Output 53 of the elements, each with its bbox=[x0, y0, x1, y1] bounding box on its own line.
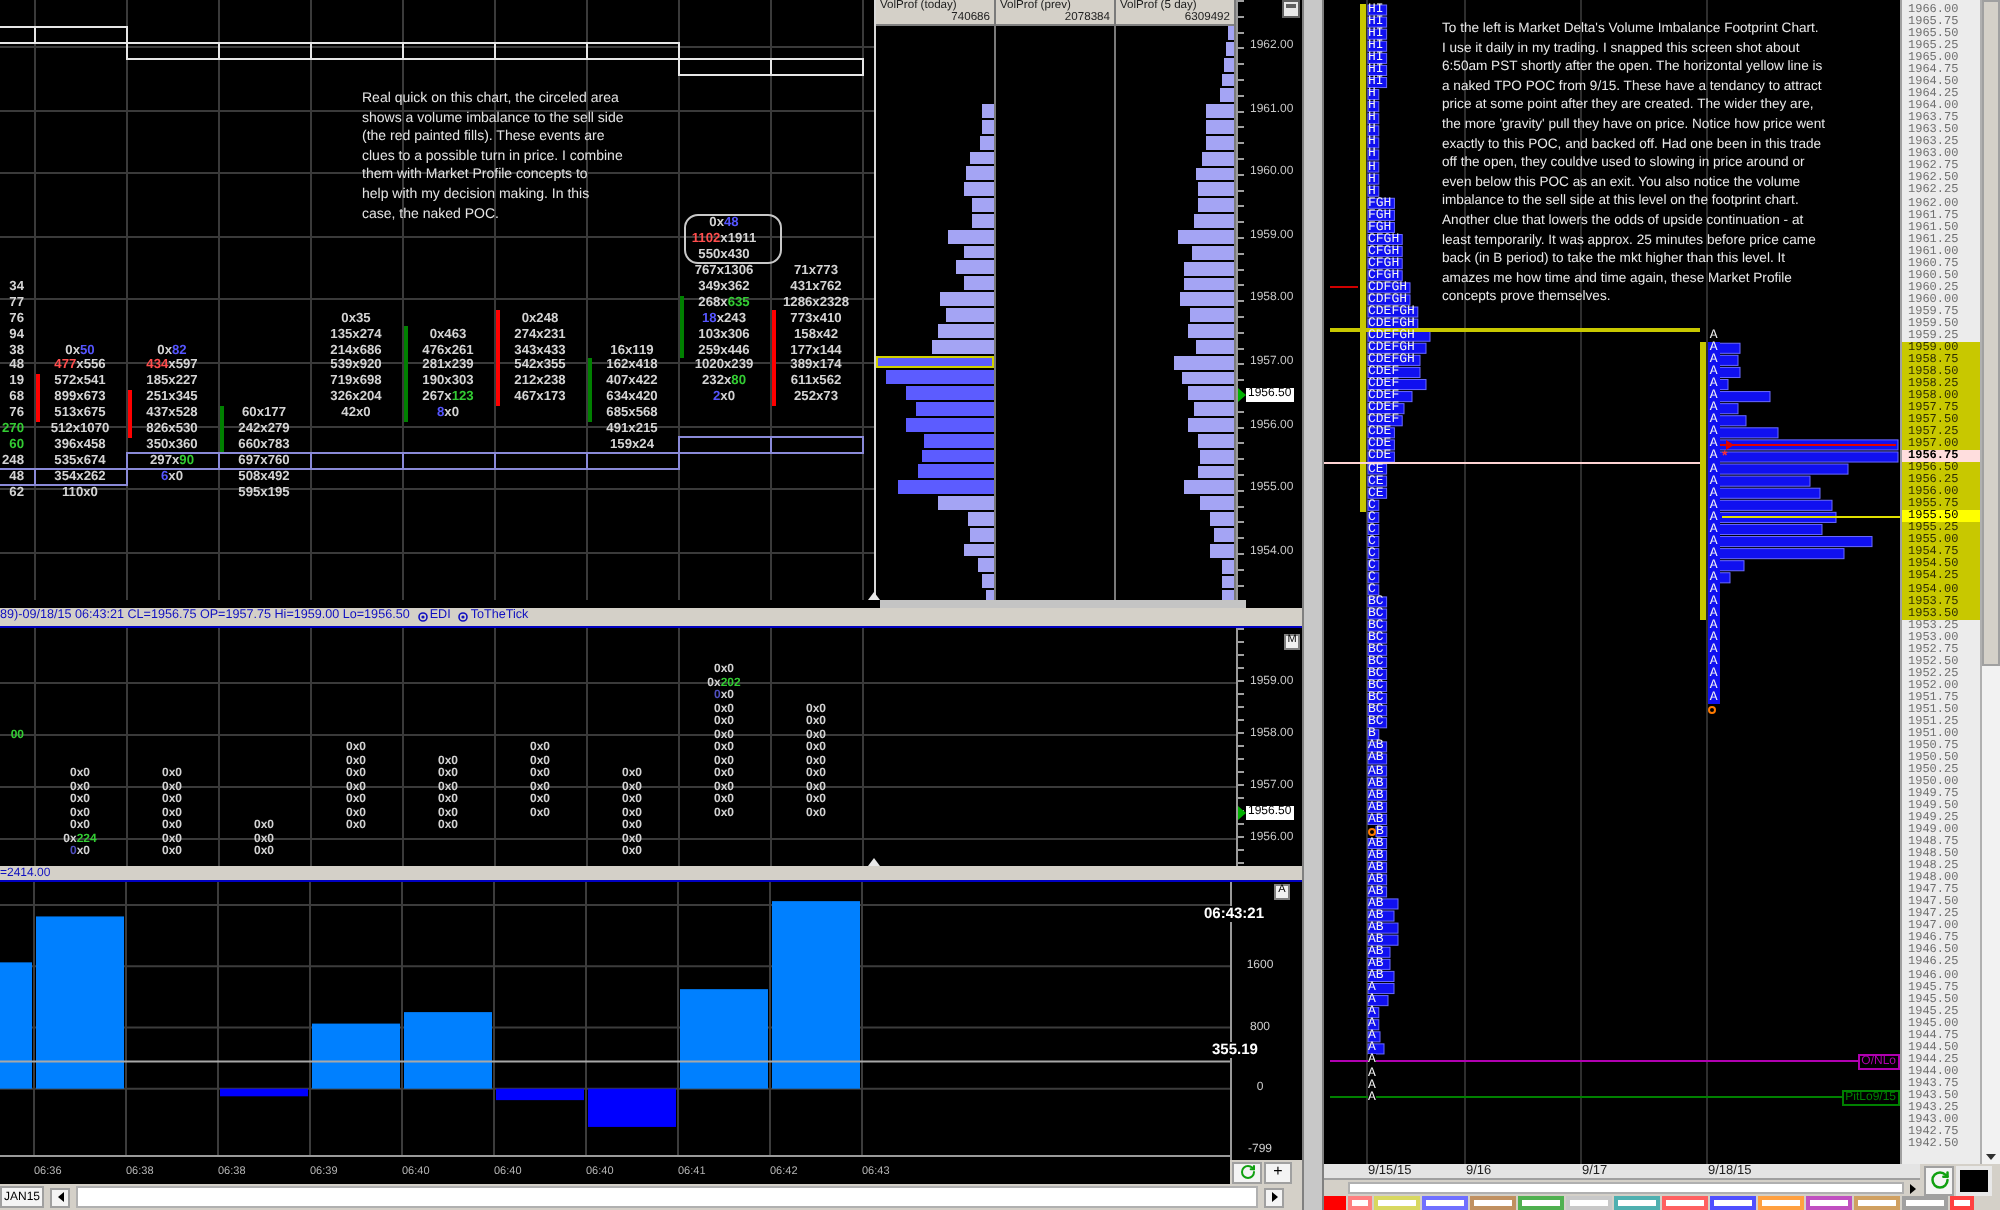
swatch-tab[interactable] bbox=[1854, 1196, 1900, 1210]
scroll-right-icon bbox=[1910, 1183, 1916, 1193]
band-bottom-marker bbox=[310, 452, 404, 470]
scroll-left-icon bbox=[57, 1192, 64, 1202]
swatch-tab[interactable] bbox=[1758, 1196, 1804, 1210]
swatch-tab[interactable] bbox=[1324, 1196, 1346, 1210]
swatch-tab[interactable] bbox=[1950, 1196, 1974, 1210]
band-bottom-marker bbox=[586, 452, 680, 470]
refresh-icon bbox=[1239, 1164, 1255, 1180]
band-top-marker bbox=[310, 42, 404, 60]
band-top-marker bbox=[402, 42, 496, 60]
refresh-icon bbox=[1929, 1170, 1949, 1190]
swatch-tab[interactable] bbox=[1422, 1196, 1468, 1210]
delta-bar bbox=[588, 1088, 676, 1127]
band-top-marker bbox=[586, 42, 680, 60]
swatch-tab[interactable] bbox=[1710, 1196, 1756, 1210]
swatch-tab[interactable] bbox=[1518, 1196, 1564, 1210]
scroll-right-icon bbox=[1271, 1192, 1277, 1202]
delta-bar bbox=[220, 1088, 308, 1097]
scroll-left-button[interactable] bbox=[50, 1187, 71, 1207]
band-bottom-marker bbox=[678, 436, 772, 454]
window-icon bbox=[1282, 0, 1300, 18]
band-bottom-marker bbox=[126, 452, 220, 470]
scroll-down-icon[interactable] bbox=[1986, 1154, 1996, 1160]
delta-bar bbox=[680, 989, 768, 1089]
swatch-tab[interactable] bbox=[1806, 1196, 1852, 1210]
band-top-marker bbox=[494, 42, 588, 60]
swatch-tab[interactable] bbox=[1348, 1196, 1372, 1210]
band-bottom-marker bbox=[770, 436, 864, 454]
band-bottom-marker bbox=[494, 452, 588, 470]
band-top-marker bbox=[126, 42, 220, 60]
delta-bar bbox=[0, 962, 32, 1089]
band-bottom-marker bbox=[218, 452, 312, 470]
swatch-tab[interactable] bbox=[1614, 1196, 1660, 1210]
swatch-tab[interactable] bbox=[1470, 1196, 1516, 1210]
swatch-tab[interactable] bbox=[1662, 1196, 1708, 1210]
circle-icon bbox=[458, 611, 469, 622]
scroll-right-button[interactable] bbox=[1906, 1182, 1920, 1194]
band-top-marker bbox=[218, 42, 312, 60]
band-top-marker bbox=[678, 58, 772, 76]
fill-picker-button[interactable] bbox=[1956, 1165, 1992, 1195]
scrollbar-thumb[interactable] bbox=[1982, 0, 2000, 666]
delta-bar bbox=[404, 1012, 492, 1089]
scrollbar-track[interactable] bbox=[1980, 0, 2000, 1164]
band-bottom-marker bbox=[402, 452, 496, 470]
band-top-marker bbox=[770, 58, 864, 76]
add-button[interactable]: + bbox=[1264, 1161, 1292, 1183]
swatch-tab[interactable] bbox=[1566, 1196, 1612, 1210]
scrollbar-track[interactable] bbox=[1348, 1182, 1904, 1194]
scroll-right-button[interactable] bbox=[1264, 1187, 1284, 1207]
swatch-tab[interactable] bbox=[1902, 1196, 1948, 1210]
circle-icon bbox=[417, 611, 428, 622]
delta-bar bbox=[312, 1023, 400, 1089]
